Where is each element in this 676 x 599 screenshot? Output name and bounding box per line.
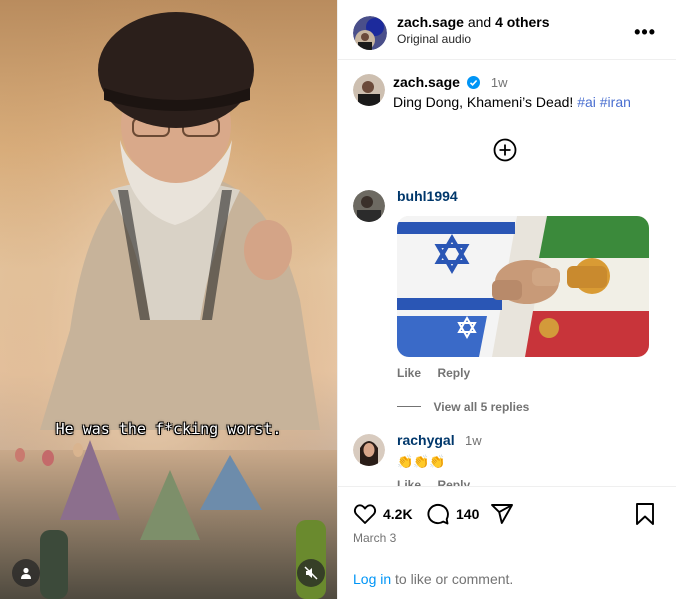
- comment-button[interactable]: 140: [426, 501, 479, 527]
- caption-time[interactable]: 1w: [491, 75, 508, 90]
- more-options-button[interactable]: •••: [634, 22, 656, 43]
- login-prompt: Log in to like or comment.: [353, 571, 513, 587]
- video-frame: [0, 0, 337, 599]
- post-details-pane: zach.sage and 4 others Original audio ••…: [338, 0, 676, 599]
- user-icon: [21, 567, 31, 579]
- view-replies-button[interactable]: View all 5 replies: [397, 398, 529, 416]
- share-button[interactable]: [490, 502, 514, 531]
- comment: buhl1994 Like Reply View all 5 replies: [353, 188, 663, 418]
- replies-line: [397, 406, 421, 408]
- share-icon: [491, 504, 513, 524]
- avatar[interactable]: [353, 434, 385, 466]
- video-subtitle: He was the f*cking worst.: [55, 420, 282, 438]
- comment-icon: [427, 503, 449, 525]
- caption-text: Ding Dong, Khameni’s Dead!: [393, 94, 574, 110]
- caption-text-line: Ding Dong, Khameni’s Dead! #ai #iran: [393, 94, 663, 110]
- verified-icon: [467, 76, 481, 89]
- post-header: zach.sage and 4 others Original audio ••…: [338, 0, 676, 60]
- like-button[interactable]: 4.2K: [353, 501, 413, 527]
- video-player[interactable]: He was the f*cking worst.: [0, 0, 337, 599]
- tagged-users-button[interactable]: [12, 559, 40, 587]
- others-link[interactable]: 4 others: [495, 14, 549, 30]
- more-icon: •••: [634, 22, 656, 42]
- comment-username[interactable]: buhl1994: [397, 188, 458, 204]
- comment-time[interactable]: 1w: [465, 433, 482, 448]
- save-button[interactable]: [634, 502, 656, 531]
- mute-button[interactable]: [297, 559, 325, 587]
- add-comment-icon: [493, 138, 517, 162]
- comment-image[interactable]: [397, 216, 649, 357]
- hashtag-link[interactable]: #iran: [600, 94, 631, 110]
- login-prompt-text: to like or comment.: [395, 571, 514, 587]
- avatar[interactable]: [353, 190, 385, 222]
- comments-count[interactable]: 140: [456, 506, 479, 522]
- avatar[interactable]: [353, 16, 387, 50]
- comment-text: 👏👏👏: [397, 454, 446, 469]
- post-date[interactable]: March 3: [353, 531, 396, 545]
- author-username[interactable]: zach.sage: [397, 14, 464, 30]
- comment-username[interactable]: rachygal: [397, 432, 455, 448]
- caption: zach.sage 1w Ding Dong, Khameni’s Dead! …: [353, 74, 663, 114]
- heart-icon: [353, 504, 377, 524]
- post-footer: 4.2K 140 March 3 Log in to like or comme…: [338, 486, 676, 599]
- bookmark-icon: [636, 503, 654, 525]
- like-comment-button[interactable]: Like: [397, 366, 421, 380]
- caption-username[interactable]: zach.sage: [393, 74, 460, 90]
- avatar[interactable]: [353, 74, 385, 106]
- and-text: and: [467, 14, 492, 30]
- like-comment-button[interactable]: Like: [397, 478, 421, 486]
- reply-button[interactable]: Reply: [437, 366, 470, 380]
- post-authors: zach.sage and 4 others: [397, 14, 550, 30]
- reply-button[interactable]: Reply: [437, 478, 470, 486]
- comments-section[interactable]: zach.sage 1w Ding Dong, Khameni’s Dead! …: [338, 60, 676, 486]
- login-link[interactable]: Log in: [353, 571, 391, 587]
- comment: rachygal 1w 👏👏👏 Like Reply: [353, 432, 663, 486]
- audio-link[interactable]: Original audio: [397, 32, 471, 46]
- likes-count[interactable]: 4.2K: [383, 506, 413, 522]
- hashtag-link[interactable]: #ai: [577, 94, 596, 110]
- load-more-comments-button[interactable]: [493, 138, 517, 162]
- muted-speaker-icon: [304, 566, 318, 580]
- view-replies-label: View all 5 replies: [433, 400, 530, 414]
